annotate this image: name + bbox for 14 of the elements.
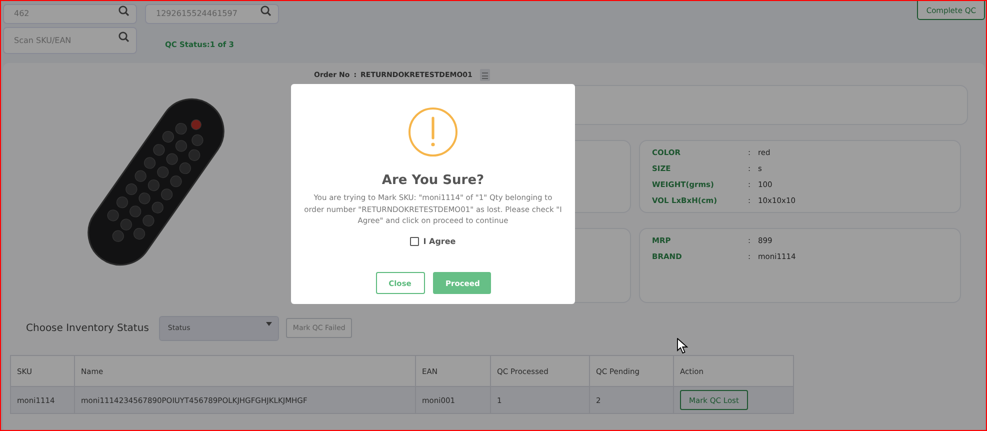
mouse-pointer-icon [677, 338, 688, 354]
warning-icon [408, 107, 458, 157]
inventory-status-label: Choose Inventory Status [26, 322, 149, 334]
search-field[interactable]: Scan SKU/EAN [3, 27, 137, 54]
caret-icon [266, 322, 272, 326]
search-icon[interactable] [118, 5, 129, 16]
checkbox-label: I Agree [423, 236, 456, 246]
search-field[interactable]: 462 [3, 4, 137, 24]
agree-checkbox[interactable] [410, 236, 420, 246]
search-icon[interactable] [260, 5, 271, 16]
dialog-title: Are You Sure? [382, 173, 484, 188]
list-icon[interactable] [480, 69, 490, 81]
search-icon[interactable] [118, 31, 129, 42]
search-field[interactable]: 1292615524461597 [145, 4, 279, 24]
